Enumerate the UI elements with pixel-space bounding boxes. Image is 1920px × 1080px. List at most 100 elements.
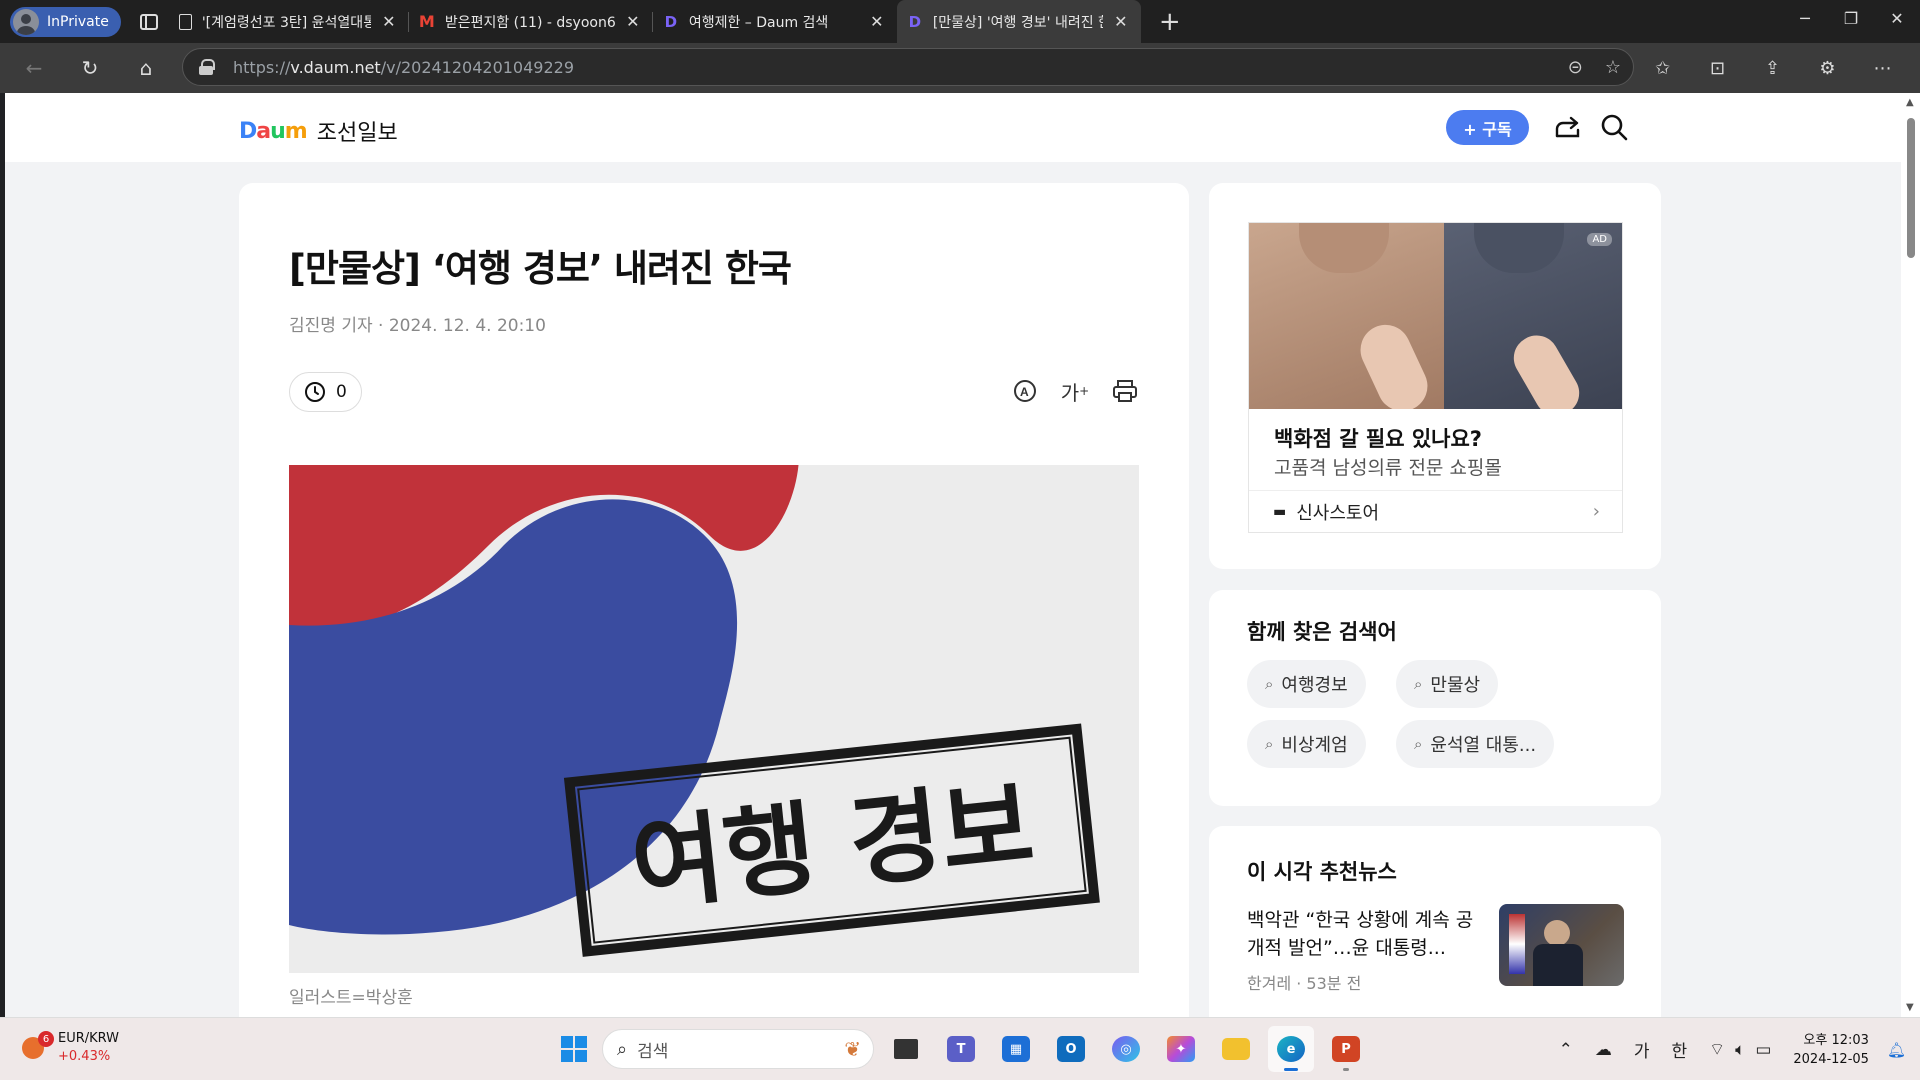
file-explorer-icon[interactable] [1213,1026,1259,1072]
refresh-button[interactable]: ↻ [70,48,110,88]
copilot-icon[interactable]: ✦ [1158,1026,1204,1072]
ad-subtitle[interactable]: 고품격 남성의류 전문 쇼핑몰 [1274,453,1502,480]
chevron-up-icon[interactable]: ⌃ [1559,1040,1573,1060]
comment-button[interactable]: 0 [289,372,362,412]
ad-brand-name: 신사스토어 [1296,502,1380,524]
reading-mode-icon[interactable]: ⊝ [1568,57,1583,78]
inprivate-badge[interactable]: InPrivate [10,6,121,37]
print-icon[interactable] [1111,375,1139,407]
scrollbar-thumb[interactable] [1907,118,1915,258]
ad-title[interactable]: 백화점 갈 필요 있나요? [1274,423,1482,453]
screenshot-button[interactable]: ⊡ [1690,48,1745,88]
clock[interactable]: 오후 12:03 2024-12-05 [1793,1031,1869,1069]
store-icon[interactable]: ▦ [993,1026,1039,1072]
document-icon [178,13,192,30]
tab-title: 여행제한 – Daum 검색 [688,14,829,31]
new-tab-button[interactable]: + [1155,7,1185,37]
window-controls: ─ ❐ ✕ [1782,0,1920,36]
powerpoint-icon[interactable]: P [1323,1026,1369,1072]
close-tab-icon[interactable]: ✕ [1111,12,1131,31]
article-tools: A 가 + [1011,375,1139,407]
browser-tab[interactable]: '[계엄령선포 3탄] 윤석열대통령과 ✕ [169,0,409,43]
market-widget[interactable]: 6 EUR/KRW +0.43% [22,1030,119,1066]
search-icon: ⌕ [1265,735,1274,753]
windows-logo-icon [561,1036,587,1062]
restore-button[interactable]: ❐ [1828,0,1874,36]
related-searches-card: 함께 찾은 검색어 ⌕ 여행경보 ⌕ 만물상 ⌕ 비상계엄 ⌕ 윤석열 대통... [1209,590,1661,806]
battery-icon[interactable]: ▭ [1755,1040,1771,1060]
taegeuk-illustration: 여행 경보 [289,465,1139,973]
volume-icon[interactable]: 🔈︎ [1735,1040,1745,1060]
scroll-down-icon[interactable]: ▼ [1906,1002,1914,1013]
related-searches-title: 함께 찾은 검색어 [1247,620,1397,644]
search-chip[interactable]: ⌕ 만물상 [1396,660,1499,708]
scroll-up-icon[interactable]: ▲ [1906,97,1914,108]
translate-icon[interactable]: A [1011,375,1039,407]
ad-card: AD 백화점 갈 필요 있나요? 고품격 남성의류 전문 쇼핑몰 ▬ 신사스토어… [1209,183,1661,569]
settings-more-button[interactable]: ⋯ [1855,48,1910,88]
recommended-news-card: 이 시각 추천뉴스 백악관 “한국 상황에 계속 공개적 발언”…윤 대통령..… [1209,826,1661,1017]
font-size-icon[interactable]: 가 + [1061,375,1089,407]
sweater-photo [1444,223,1622,409]
notification-bell-icon[interactable]: 🔔︎ [1887,1041,1906,1059]
start-button[interactable] [552,1027,596,1071]
search-icon: ⌕ [1414,675,1423,693]
article-hero-image: 여행 경보 [289,465,1139,973]
taskbar-apps: ⌕ 검색 ❦ T ▦ O ◎ ✦ e P [552,1026,1369,1072]
teams-icon[interactable]: T [938,1026,984,1072]
news-item-title[interactable]: 백악관 “한국 상황에 계속 공개적 발언”…윤 대통령... [1247,906,1477,962]
home-button[interactable]: ⌂ [126,48,166,88]
news-thumbnail[interactable] [1499,904,1624,986]
ad-brand-link[interactable]: ▬ 신사스토어 › [1249,490,1622,532]
comment-count: 0 [336,382,347,402]
tab-title: 받은편지함 (11) - dsyoon63@gm [444,14,615,31]
minimize-button[interactable]: ─ [1782,0,1828,36]
wifi-icon[interactable]: ⌔ [1709,1039,1725,1060]
article-title: [만물상] ‘여행 경보’ 내려진 한국 [289,247,792,290]
extensions-button[interactable]: ⚙ [1800,48,1855,88]
close-tab-icon[interactable]: ✕ [379,12,399,31]
press-name[interactable]: 조선일보 [317,115,398,147]
copilot-app-icon[interactable]: ◎ [1103,1026,1149,1072]
browser-tab[interactable]: D 여행제한 – Daum 검색 ✕ [653,0,897,43]
back-button[interactable]: ← [14,48,54,88]
page-scrollbar[interactable]: ▲ ▼ [1901,93,1920,1017]
close-window-button[interactable]: ✕ [1874,0,1920,36]
widget-icon: 6 [22,1031,54,1059]
onedrive-icon[interactable]: ☁ [1595,1040,1612,1060]
outlook-icon[interactable]: O [1048,1026,1094,1072]
search-chip[interactable]: ⌕ 여행경보 [1247,660,1366,708]
daum-icon: D [908,12,922,31]
url-text[interactable]: https://v.daum.net/v/20241204201049229 [233,58,574,77]
ime-mode-korean[interactable]: 가 [1634,1037,1650,1062]
favorite-star-icon[interactable]: ☆ [1605,57,1621,78]
sweater-photo [1249,223,1444,409]
close-tab-icon[interactable]: ✕ [867,12,887,31]
taskbar-search[interactable]: ⌕ 검색 ❦ [602,1029,874,1069]
ime-mode-hangul[interactable]: 한 [1672,1037,1688,1062]
clock-time: 오후 12:03 [1803,1032,1869,1048]
search-chip[interactable]: ⌕ 윤석열 대통... [1396,720,1555,768]
search-icon[interactable] [1596,109,1632,145]
ad-banner[interactable]: AD 백화점 갈 필요 있나요? 고품격 남성의류 전문 쇼핑몰 ▬ 신사스토어… [1248,222,1623,533]
tab-actions-button[interactable] [129,2,169,42]
address-bar[interactable]: https://v.daum.net/v/20241204201049229 ⊝… [182,48,1634,86]
inprivate-label: InPrivate [47,13,109,30]
browser-tab-active[interactable]: D [만물상] '여행 경보' 내려진 한국 ✕ [896,0,1141,43]
subscribe-button[interactable]: + 구독 [1446,110,1529,145]
site-logo[interactable]: Daum 조선일보 [239,115,398,147]
lock-icon[interactable] [199,59,215,75]
close-tab-icon[interactable]: ✕ [623,12,643,31]
favorites-button[interactable]: ✩ [1635,48,1690,88]
widget-change: +0.43% [58,1049,111,1064]
share-button[interactable]: ⇪ [1745,48,1800,88]
search-icon: ⌕ [617,1038,628,1060]
search-chip[interactable]: ⌕ 비상계엄 [1247,720,1366,768]
share-icon[interactable] [1550,109,1586,145]
ad-image[interactable]: AD [1249,223,1622,409]
task-view-button[interactable] [883,1026,929,1072]
comment-icon [305,382,325,402]
browser-tab[interactable]: M 받은편지함 (11) - dsyoon63@gm ✕ [409,0,653,43]
edge-icon[interactable]: e [1268,1026,1314,1072]
daum-logo[interactable]: Daum [239,119,308,144]
